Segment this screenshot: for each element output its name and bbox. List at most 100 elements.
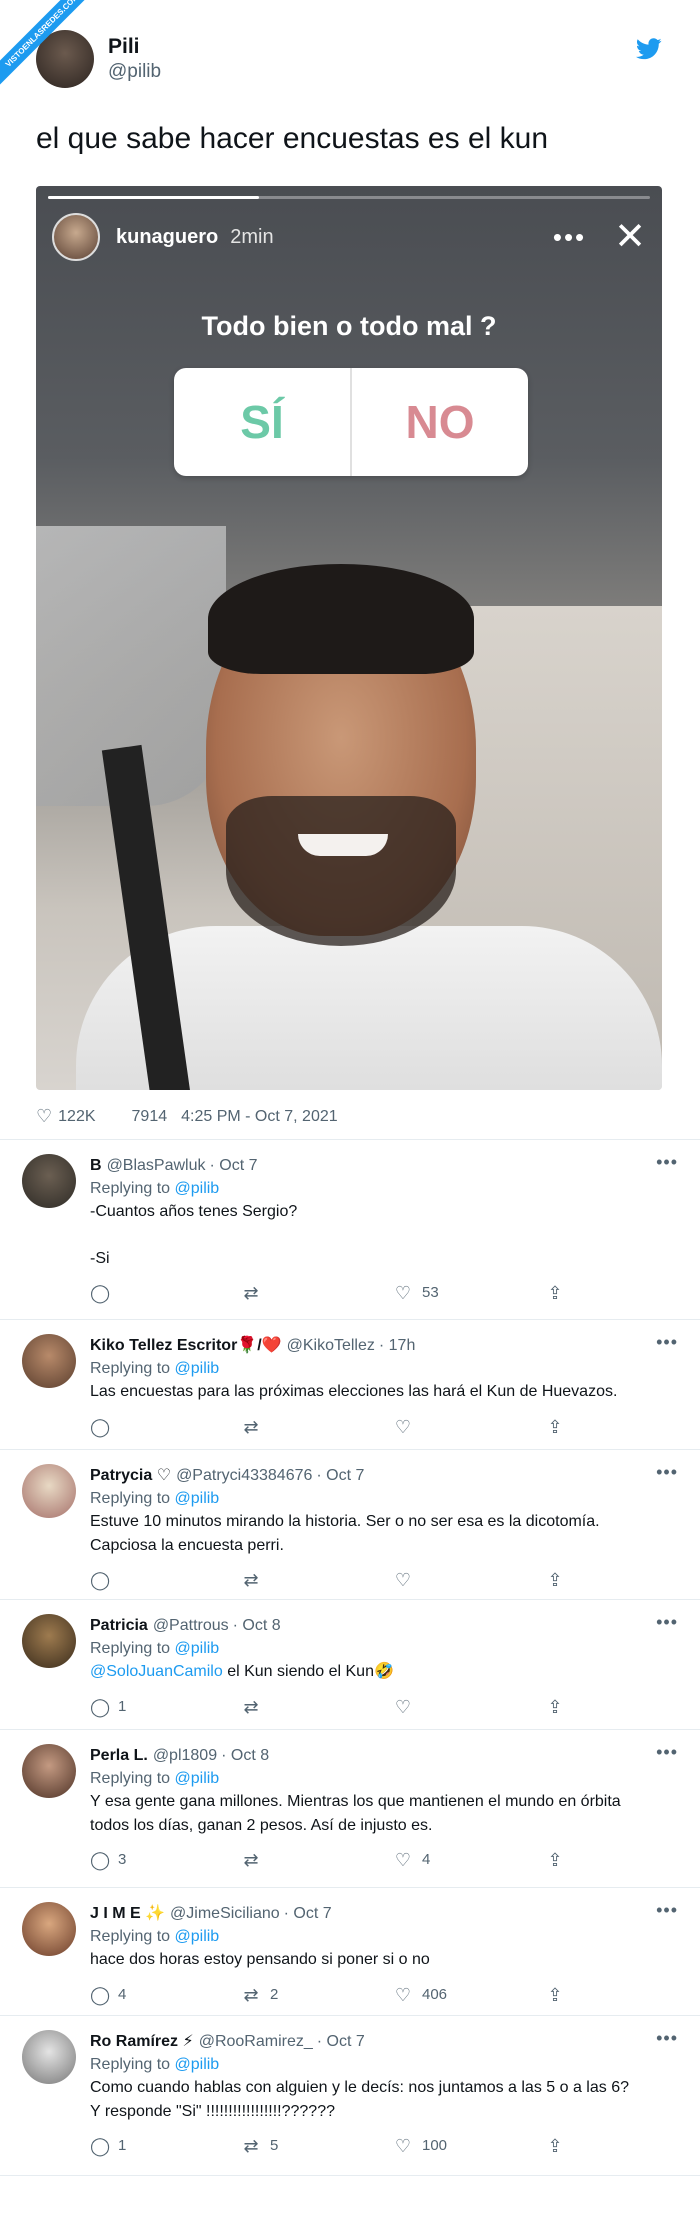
retweet-icon: ⇄ <box>243 1696 259 1717</box>
share-button[interactable]: ⇪ <box>546 1414 574 1440</box>
reply-time[interactable]: · Oct 7 <box>317 2030 365 2053</box>
avatar[interactable] <box>22 1464 76 1518</box>
reply-tweet[interactable]: Patrycia ♡ @Patryci43384676 · Oct 7 Repl… <box>0 1450 700 1600</box>
reply-author-name[interactable]: Kiko Tellez Escritor🌹/❤️ <box>90 1334 282 1357</box>
story-username[interactable]: kunaguero <box>116 226 218 249</box>
retweet-button[interactable]: ⇄ <box>242 1694 394 1720</box>
replying-to-link[interactable]: @pilib <box>175 1360 220 1377</box>
replying-to-link[interactable]: @pilib <box>175 1180 220 1197</box>
replying-to-link[interactable]: @pilib <box>175 1640 220 1657</box>
comment-icon: ◯ <box>90 2135 111 2156</box>
author-name[interactable]: Pili <box>108 35 161 59</box>
share-button[interactable]: ⇪ <box>546 2133 574 2159</box>
tweet-timestamp[interactable]: 4:25 PM - Oct 7, 2021 <box>181 1108 338 1126</box>
reply-time[interactable]: · Oct 8 <box>233 1614 281 1637</box>
reply-tweet[interactable]: Ro Ramírez ⚡ @RooRamirez_ · Oct 7 Replyi… <box>0 2016 700 2176</box>
reply-author-handle[interactable]: @BlasPawluk <box>107 1154 206 1177</box>
more-options-icon[interactable]: ••• <box>656 2028 678 2049</box>
reply-author-name[interactable]: Patrycia ♡ <box>90 1464 171 1487</box>
more-options-icon[interactable]: ••• <box>656 1900 678 1921</box>
poll-option-yes[interactable]: SÍ <box>174 368 352 476</box>
share-button[interactable]: ⇪ <box>546 1280 574 1306</box>
like-button[interactable]: ♡ 4 <box>394 1847 546 1873</box>
reply-author-name[interactable]: J I M E ✨ <box>90 1902 165 1925</box>
like-button[interactable]: ♡ 406 <box>394 1982 546 2008</box>
retweet-button[interactable]: ⇄ 2 <box>242 1982 394 2008</box>
reply-time[interactable]: · Oct 7 <box>284 1902 332 1925</box>
twitter-bird-icon[interactable] <box>635 38 662 65</box>
share-button[interactable]: ⇪ <box>546 1982 574 2008</box>
replying-to-link[interactable]: @pilib <box>175 1490 220 1507</box>
replying-to-link[interactable]: @pilib <box>175 1928 220 1945</box>
heart-icon[interactable]: ♡ <box>36 1106 52 1127</box>
reply-time[interactable]: · 17h <box>379 1334 415 1357</box>
reply-author-name[interactable]: Patricia <box>90 1614 148 1637</box>
retweet-button[interactable]: ⇄ <box>242 1280 394 1306</box>
reply-author-name[interactable]: Perla L. <box>90 1744 148 1767</box>
like-button[interactable]: ♡ <box>394 1567 546 1593</box>
like-button[interactable]: ♡ 53 <box>394 1280 546 1306</box>
retweet-button[interactable]: ⇄ <box>242 1414 394 1440</box>
avatar[interactable] <box>22 1154 76 1208</box>
share-button[interactable]: ⇪ <box>546 1567 574 1593</box>
heart-icon: ♡ <box>394 1984 412 2005</box>
retweet-button[interactable]: ⇄ <box>242 1847 394 1873</box>
more-options-icon[interactable]: ••• <box>656 1152 678 1173</box>
author-handle[interactable]: @pilib <box>108 61 161 83</box>
reply-tweet[interactable]: J I M E ✨ @JimeSiciliano · Oct 7 Replyin… <box>0 1888 700 2016</box>
reply-button[interactable]: ◯ <box>90 1567 242 1593</box>
replying-to-link[interactable]: @pilib <box>175 2056 220 2073</box>
more-options-icon[interactable]: ••• <box>656 1332 678 1353</box>
reply-author-handle[interactable]: @JimeSiciliano <box>170 1902 280 1925</box>
story-screenshot[interactable]: kunaguero 2min ••• ✕ Todo bien o todo ma… <box>36 186 662 1090</box>
reply-button[interactable]: ◯ 1 <box>90 2133 242 2159</box>
reply-button[interactable]: ◯ 4 <box>90 1982 242 2008</box>
avatar[interactable] <box>22 1744 76 1798</box>
avatar[interactable] <box>22 1902 76 1956</box>
more-options-icon[interactable]: ••• <box>656 1612 678 1633</box>
reply-time[interactable]: · Oct 8 <box>221 1744 269 1767</box>
avatar[interactable] <box>22 2030 76 2084</box>
heart-icon: ♡ <box>394 1282 412 1303</box>
reply-button[interactable]: ◯ 3 <box>90 1847 242 1873</box>
reply-author-name[interactable]: B <box>90 1154 102 1177</box>
reply-author-handle[interactable]: @pl1809 <box>153 1744 217 1767</box>
like-button[interactable]: ♡ 100 <box>394 2133 546 2159</box>
reply-actions: ◯ ⇄ ♡ ⇪ <box>90 1414 672 1440</box>
reply-tweet[interactable]: B @BlasPawluk · Oct 7 Replying to @pilib… <box>0 1140 700 1320</box>
share-button[interactable]: ⇪ <box>546 1694 574 1720</box>
replying-to: Replying to @pilib <box>90 1637 672 1660</box>
reply-time[interactable]: · Oct 7 <box>210 1154 258 1177</box>
reply-author-handle[interactable]: @RooRamirez_ <box>199 2030 313 2053</box>
reply-button[interactable]: ◯ <box>90 1280 242 1306</box>
story-time: 2min <box>230 225 274 248</box>
avatar[interactable] <box>22 1614 76 1668</box>
reply-author-handle[interactable]: @Pattrous <box>153 1614 229 1637</box>
more-options-icon[interactable]: ••• <box>553 222 586 253</box>
reply-button[interactable]: ◯ 1 <box>90 1694 242 1720</box>
reply-author-name[interactable]: Ro Ramírez ⚡ <box>90 2030 194 2053</box>
avatar[interactable] <box>22 1334 76 1388</box>
like-button[interactable]: ♡ <box>394 1414 546 1440</box>
retweet-icon: ⇄ <box>243 1416 259 1437</box>
retweet-button[interactable]: ⇄ 5 <box>242 2133 394 2159</box>
more-options-icon[interactable]: ••• <box>656 1462 678 1483</box>
mention-link[interactable]: @SoloJuanCamilo <box>90 1663 223 1680</box>
reply-author-handle[interactable]: @Patryci43384676 <box>176 1464 312 1487</box>
reply-author-handle[interactable]: @KikoTellez <box>287 1334 375 1357</box>
reply-tweet[interactable]: Perla L. @pl1809 · Oct 8 Replying to @pi… <box>0 1730 700 1888</box>
more-options-icon[interactable]: ••• <box>656 1742 678 1763</box>
poll-option-no[interactable]: NO <box>352 368 528 476</box>
replying-to-link[interactable]: @pilib <box>175 1770 220 1787</box>
reply-time[interactable]: · Oct 7 <box>316 1464 364 1487</box>
retweet-count: 7914 <box>131 1107 168 1125</box>
close-icon[interactable]: ✕ <box>614 218 646 256</box>
reply-tweet[interactable]: Patricia @Pattrous · Oct 8 Replying to @… <box>0 1600 700 1730</box>
share-button[interactable]: ⇪ <box>546 1847 574 1873</box>
like-button[interactable]: ♡ <box>394 1694 546 1720</box>
retweet-button[interactable]: ⇄ <box>242 1567 394 1593</box>
retweet-icon: ⇄ <box>243 1984 259 2005</box>
reply-button[interactable]: ◯ <box>90 1414 242 1440</box>
story-avatar[interactable] <box>52 213 100 261</box>
reply-tweet[interactable]: Kiko Tellez Escritor🌹/❤️ @KikoTellez · 1… <box>0 1320 700 1450</box>
